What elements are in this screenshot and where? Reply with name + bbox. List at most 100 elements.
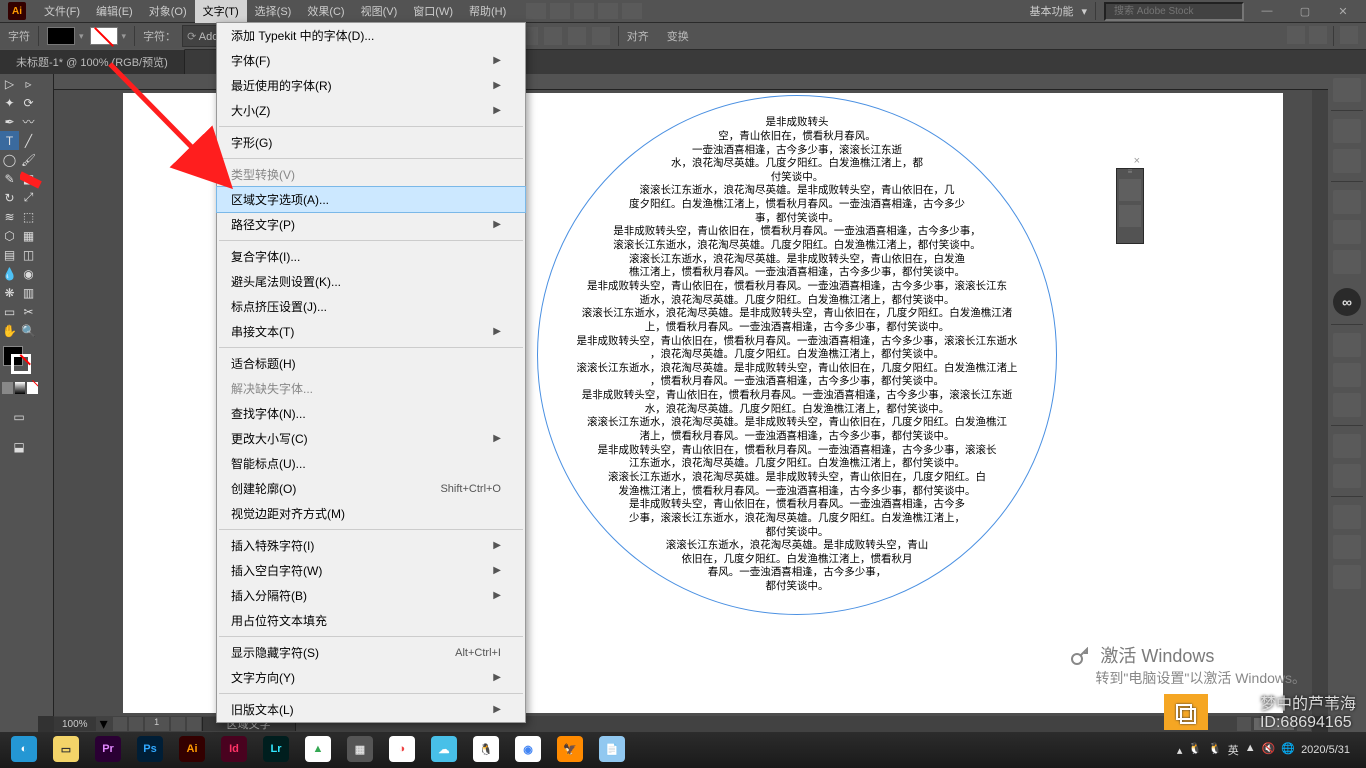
sync-icon[interactable] xyxy=(622,3,642,19)
system-tray[interactable]: ▴ 🐧🐧英▲🔇🌐 2020/5/31 xyxy=(1177,742,1362,758)
perspective-tool[interactable]: ▦ xyxy=(19,226,38,245)
taskbar-app[interactable]: Pr xyxy=(88,734,128,766)
menu-item-3[interactable]: 文字(T) xyxy=(195,0,247,23)
curvature-tool[interactable]: 〰 xyxy=(19,112,38,131)
free-transform-tool[interactable]: ⬚ xyxy=(19,207,38,226)
screen-mode-button[interactable]: ▭ xyxy=(0,402,38,432)
graphic-styles-panel-icon[interactable] xyxy=(1333,464,1361,488)
stroke-swatch[interactable] xyxy=(90,27,118,45)
tray-icon[interactable]: 🔇 xyxy=(1262,742,1276,758)
zoom-tool[interactable]: 🔍 xyxy=(19,321,38,340)
brushes-panel-icon[interactable] xyxy=(1333,220,1361,244)
artboard-tool[interactable]: ▭ xyxy=(0,302,19,321)
align-center-icon[interactable] xyxy=(544,27,562,45)
menu-item-7[interactable]: 窗口(W) xyxy=(405,0,461,23)
direct-selection-tool[interactable]: ▹ xyxy=(19,74,38,93)
properties-panel-icon[interactable] xyxy=(1333,78,1361,102)
menu-item-0[interactable]: 文件(F) xyxy=(36,0,88,23)
hand-tool[interactable]: ✋ xyxy=(0,321,19,340)
symbols-panel-icon[interactable] xyxy=(1333,250,1361,274)
document-tab[interactable]: 未标题-1* @ 100% (RGB/预览) xyxy=(0,49,185,74)
menu-command[interactable]: 插入特殊字符(I)▶ xyxy=(217,533,525,558)
pen-tool[interactable]: ✒ xyxy=(0,112,19,131)
taskbar-app[interactable]: ◐ xyxy=(4,734,44,766)
fill-stroke-control[interactable] xyxy=(0,346,38,380)
appearance-panel-icon[interactable] xyxy=(1333,434,1361,458)
tray-icon[interactable]: ▲ xyxy=(1245,742,1256,758)
taskbar-app[interactable]: ▭ xyxy=(46,734,86,766)
workspace-switcher[interactable]: 基本功能 xyxy=(1029,3,1073,19)
eyedropper-tool[interactable]: 💧 xyxy=(0,264,19,283)
slice-tool[interactable]: ✂ xyxy=(19,302,38,321)
taskbar-app[interactable]: Lr xyxy=(256,734,296,766)
menu-item-6[interactable]: 视图(V) xyxy=(353,0,406,23)
tray-icon[interactable]: 🐧 xyxy=(1188,742,1202,758)
menu-command[interactable]: 用占位符文本填充 xyxy=(217,608,525,633)
panel-icon[interactable] xyxy=(1309,26,1327,44)
scroll-left-icon[interactable] xyxy=(1237,717,1251,731)
taskbar-app[interactable]: 🐧 xyxy=(466,734,506,766)
shaper-tool[interactable]: ✎ xyxy=(0,169,19,188)
floating-palette[interactable]: × xyxy=(1116,168,1144,244)
minimize-button[interactable]: — xyxy=(1252,5,1282,17)
paintbrush-tool[interactable]: 🖌 xyxy=(19,150,38,169)
taskbar-app[interactable]: Id xyxy=(214,734,254,766)
menu-command[interactable]: 添加 Typekit 中的字体(D)... xyxy=(217,23,525,48)
menu-command[interactable]: 创建轮廓(O)Shift+Ctrl+O xyxy=(217,476,525,501)
menu-command[interactable]: 大小(Z)▶ xyxy=(217,98,525,123)
stock-icon[interactable] xyxy=(550,3,570,19)
panel-icon[interactable] xyxy=(1340,26,1358,44)
selection-tool[interactable]: ▷ xyxy=(0,74,19,93)
menu-item-4[interactable]: 选择(S) xyxy=(247,0,300,23)
chevron-down-icon[interactable]: ▾ xyxy=(122,31,127,42)
close-button[interactable]: ✕ xyxy=(1328,5,1358,18)
menu-command[interactable]: 查找字体(N)... xyxy=(217,401,525,426)
vertical-ruler[interactable] xyxy=(38,74,54,716)
magic-wand-tool[interactable]: ✦ xyxy=(0,93,19,112)
asset-export-panel-icon[interactable] xyxy=(1333,535,1361,559)
color-mode-row[interactable] xyxy=(0,380,38,396)
shape-builder-tool[interactable]: ⬡ xyxy=(0,226,19,245)
menu-command[interactable]: 字体(F)▶ xyxy=(217,48,525,73)
menu-command[interactable]: 更改大小写(C)▶ xyxy=(217,426,525,451)
gradient-panel-icon[interactable] xyxy=(1333,363,1361,387)
align-button[interactable]: 对齐 xyxy=(627,28,649,44)
tray-icon[interactable]: 英 xyxy=(1228,742,1239,758)
area-type-circle[interactable]: 是非成败转头空，青山依旧在，惯看秋月春风。一壶浊酒喜相逢，古今多少事，滚滚长江东… xyxy=(537,95,1057,615)
ellipse-tool[interactable]: ◯ xyxy=(0,150,19,169)
libraries-icon[interactable]: ∞ xyxy=(1333,288,1361,316)
paragraph-panel-icon[interactable] xyxy=(592,27,610,45)
fill-swatch[interactable] xyxy=(47,27,75,45)
menu-command[interactable]: 文字方向(Y)▶ xyxy=(217,665,525,690)
menu-command[interactable]: 插入空白字符(W)▶ xyxy=(217,558,525,583)
layers-panel-icon[interactable] xyxy=(1333,505,1361,529)
graph-tool[interactable]: ▥ xyxy=(19,283,38,302)
swatches-panel-icon[interactable] xyxy=(1333,190,1361,214)
rotate-tool[interactable]: ↻ xyxy=(0,188,19,207)
nav-next-icon[interactable] xyxy=(171,717,185,731)
menu-command[interactable]: 避头尾法则设置(K)... xyxy=(217,269,525,294)
taskbar-app[interactable]: ☁ xyxy=(424,734,464,766)
maximize-button[interactable]: ▢ xyxy=(1290,5,1320,18)
mesh-tool[interactable]: ▤ xyxy=(0,245,19,264)
nav-first-icon[interactable] xyxy=(113,717,127,731)
taskbar-app[interactable]: 🦅 xyxy=(550,734,590,766)
taskbar-app[interactable]: ▦ xyxy=(340,734,380,766)
menu-command[interactable]: 旧版文本(L)▶ xyxy=(217,697,525,722)
menu-command[interactable]: 插入分隔符(B)▶ xyxy=(217,583,525,608)
taskbar-app[interactable]: 📄 xyxy=(592,734,632,766)
menu-command[interactable]: 标点挤压设置(J)... xyxy=(217,294,525,319)
scale-tool[interactable]: ⤢ xyxy=(19,188,38,207)
arrange-icon[interactable] xyxy=(574,3,594,19)
menu-command[interactable]: 路径文字(P)▶ xyxy=(217,212,525,237)
menu-command[interactable]: 视觉边距对齐方式(M) xyxy=(217,501,525,526)
transparency-panel-icon[interactable] xyxy=(1333,393,1361,417)
tray-icon[interactable]: 🐧 xyxy=(1208,742,1222,758)
nav-last-icon[interactable] xyxy=(187,717,201,731)
align-right-icon[interactable] xyxy=(568,27,586,45)
menu-item-5[interactable]: 效果(C) xyxy=(299,0,352,23)
taskbar-app[interactable]: Ai xyxy=(172,734,212,766)
bridge-icon[interactable] xyxy=(526,3,546,19)
menu-command[interactable]: 最近使用的字体(R)▶ xyxy=(217,73,525,98)
menu-item-1[interactable]: 编辑(E) xyxy=(88,0,141,23)
